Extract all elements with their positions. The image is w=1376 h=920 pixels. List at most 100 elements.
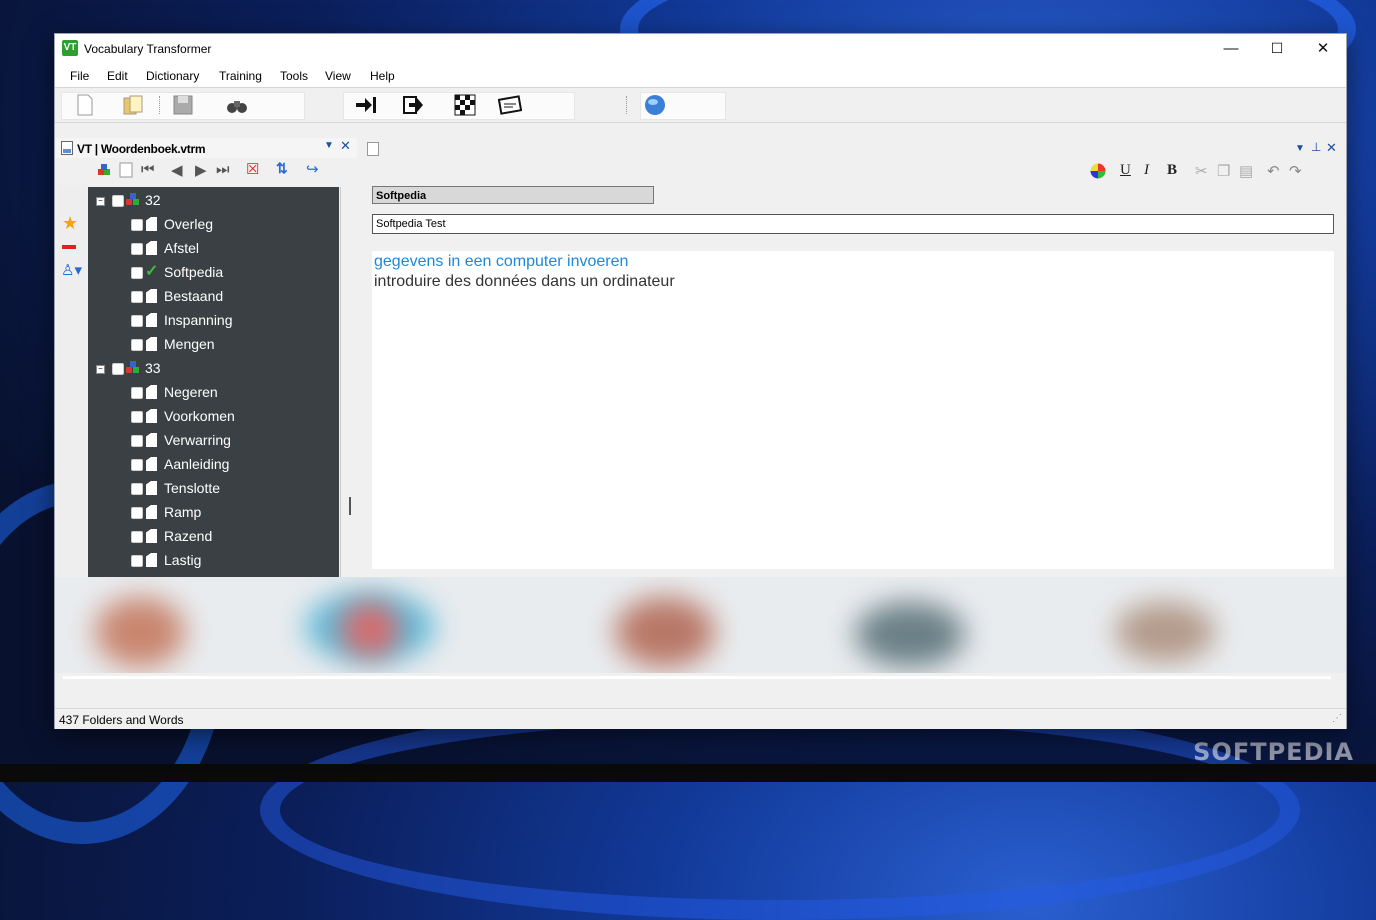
tree-checkbox[interactable]: [112, 363, 124, 375]
tree-checkbox[interactable]: [131, 219, 143, 231]
tree-checkbox[interactable]: [131, 555, 143, 567]
underline-button[interactable]: U: [1120, 162, 1131, 179]
menu-view[interactable]: View: [325, 69, 351, 83]
new-word-icon[interactable]: [119, 162, 133, 178]
word-card-icon: [146, 505, 157, 519]
tree-word[interactable]: Ramp: [88, 501, 339, 525]
open-file-icon[interactable]: [121, 93, 145, 117]
panel-close-icon[interactable]: ✕: [340, 138, 351, 154]
word-card-icon: [146, 433, 157, 447]
tree-word[interactable]: Verwarring: [88, 429, 339, 453]
tree-checkbox[interactable]: [131, 483, 143, 495]
word-field[interactable]: Softpedia: [372, 186, 654, 204]
status-text: 437 Folders and Words: [59, 713, 184, 727]
globe-icon[interactable]: [643, 93, 667, 117]
tree-word-label: Lastig: [164, 552, 202, 568]
tree-scrollbar[interactable]: [340, 187, 358, 577]
resize-grip-icon[interactable]: ⋰: [1332, 713, 1342, 724]
tree-folder[interactable]: − 32: [88, 189, 339, 213]
tree-checkbox[interactable]: [112, 195, 124, 207]
word-card-icon: [146, 313, 157, 327]
remove-icon[interactable]: [62, 245, 76, 249]
crossword-icon[interactable]: [453, 93, 477, 117]
tree-word[interactable]: Tenslotte: [88, 477, 339, 501]
menu-dictionary[interactable]: Dictionary: [146, 69, 199, 83]
redo-icon[interactable]: ↷: [1289, 162, 1302, 180]
cut-icon[interactable]: ✂: [1195, 162, 1208, 180]
person-dropdown-icon[interactable]: ♙▾: [61, 261, 82, 279]
first-icon[interactable]: ⏮: [141, 161, 155, 178]
collapse-icon[interactable]: −: [96, 365, 105, 374]
editor-menu-chevron-icon[interactable]: ▼: [1295, 143, 1305, 154]
translation-content[interactable]: gegevens in een computer invoeren introd…: [372, 251, 1334, 569]
tree-word[interactable]: Bestaand: [88, 285, 339, 309]
tree-folder[interactable]: − 33: [88, 357, 339, 381]
menu-training[interactable]: Training: [219, 69, 262, 83]
favorite-star-icon[interactable]: ★: [62, 213, 78, 234]
collapse-icon[interactable]: −: [96, 197, 105, 206]
tree-checkbox[interactable]: [131, 339, 143, 351]
tree-word-label: Inspanning: [164, 312, 233, 328]
tree-checkbox[interactable]: [131, 411, 143, 423]
tree-checkbox[interactable]: [131, 435, 143, 447]
last-icon[interactable]: ⏭: [216, 161, 230, 178]
next-icon[interactable]: ▶: [195, 161, 207, 179]
color-picker-icon[interactable]: [1090, 163, 1106, 179]
export-icon[interactable]: [401, 93, 425, 117]
minimize-button[interactable]: —: [1208, 34, 1254, 63]
note-field[interactable]: Softpedia Test: [372, 214, 1334, 234]
editor-close-icon[interactable]: ✕: [1326, 140, 1337, 156]
tree-checkbox[interactable]: [131, 291, 143, 303]
new-file-icon[interactable]: [73, 93, 97, 117]
tree-checkbox[interactable]: [131, 531, 143, 543]
tree-word[interactable]: Lastig: [88, 549, 339, 573]
import-icon[interactable]: [354, 93, 378, 117]
tree-checkbox[interactable]: [131, 315, 143, 327]
tree-word[interactable]: Mengen: [88, 333, 339, 357]
search-binoculars-icon[interactable]: [225, 93, 249, 117]
tree-checkbox[interactable]: [131, 459, 143, 471]
new-folder-icon[interactable]: [97, 163, 111, 177]
italic-button[interactable]: I: [1144, 162, 1149, 179]
tree-word[interactable]: Aanleiding: [88, 453, 339, 477]
tree-checkbox[interactable]: [131, 267, 143, 279]
maximize-button[interactable]: ☐: [1254, 34, 1300, 63]
tree-word[interactable]: Inspanning: [88, 309, 339, 333]
target-translation: introduire des données dans un ordinateu…: [374, 273, 675, 290]
bold-button[interactable]: B: [1167, 162, 1177, 179]
delete-icon[interactable]: ☒: [246, 160, 259, 178]
scrollbar-thumb[interactable]: [349, 497, 351, 515]
learned-check-icon: ✓: [145, 263, 159, 280]
tree-word[interactable]: Negeren: [88, 381, 339, 405]
tree-word-label: Mengen: [164, 336, 215, 352]
tree-word[interactable]: Razend: [88, 525, 339, 549]
tree-checkbox[interactable]: [131, 387, 143, 399]
tree-word[interactable]: Voorkomen: [88, 405, 339, 429]
undo-icon[interactable]: ↶: [1267, 162, 1280, 180]
save-icon[interactable]: [171, 93, 195, 117]
menu-edit[interactable]: Edit: [107, 69, 128, 83]
close-button[interactable]: ✕: [1300, 34, 1346, 63]
tree-folder-label: 33: [145, 360, 161, 376]
word-card-icon: [146, 241, 157, 255]
menu-tools[interactable]: Tools: [280, 69, 308, 83]
panel-menu-chevron-icon[interactable]: ▼: [324, 140, 334, 151]
tree-word[interactable]: ✓ Softpedia: [88, 261, 339, 285]
flashcard-icon[interactable]: [498, 93, 522, 117]
status-bar: 437 Folders and Words ⋰: [55, 708, 1346, 729]
sort-az-icon[interactable]: ⇅: [276, 160, 288, 177]
tree-checkbox[interactable]: [131, 243, 143, 255]
pin-icon[interactable]: ⊥: [1311, 140, 1321, 154]
tree-checkbox[interactable]: [131, 507, 143, 519]
tree-word[interactable]: Overleg: [88, 213, 339, 237]
paste-icon[interactable]: ▤: [1239, 162, 1253, 180]
word-card-icon: [146, 529, 157, 543]
title-bar: VT Vocabulary Transformer — ☐ ✕: [55, 34, 1346, 63]
tree-word[interactable]: Afstel: [88, 237, 339, 261]
copy-icon[interactable]: ❐: [1217, 162, 1230, 180]
menu-file[interactable]: File: [70, 69, 89, 83]
previous-icon[interactable]: ◀: [171, 161, 183, 179]
move-icon[interactable]: ↪: [306, 160, 319, 178]
word-card-icon: [146, 481, 157, 495]
menu-help[interactable]: Help: [370, 69, 395, 83]
